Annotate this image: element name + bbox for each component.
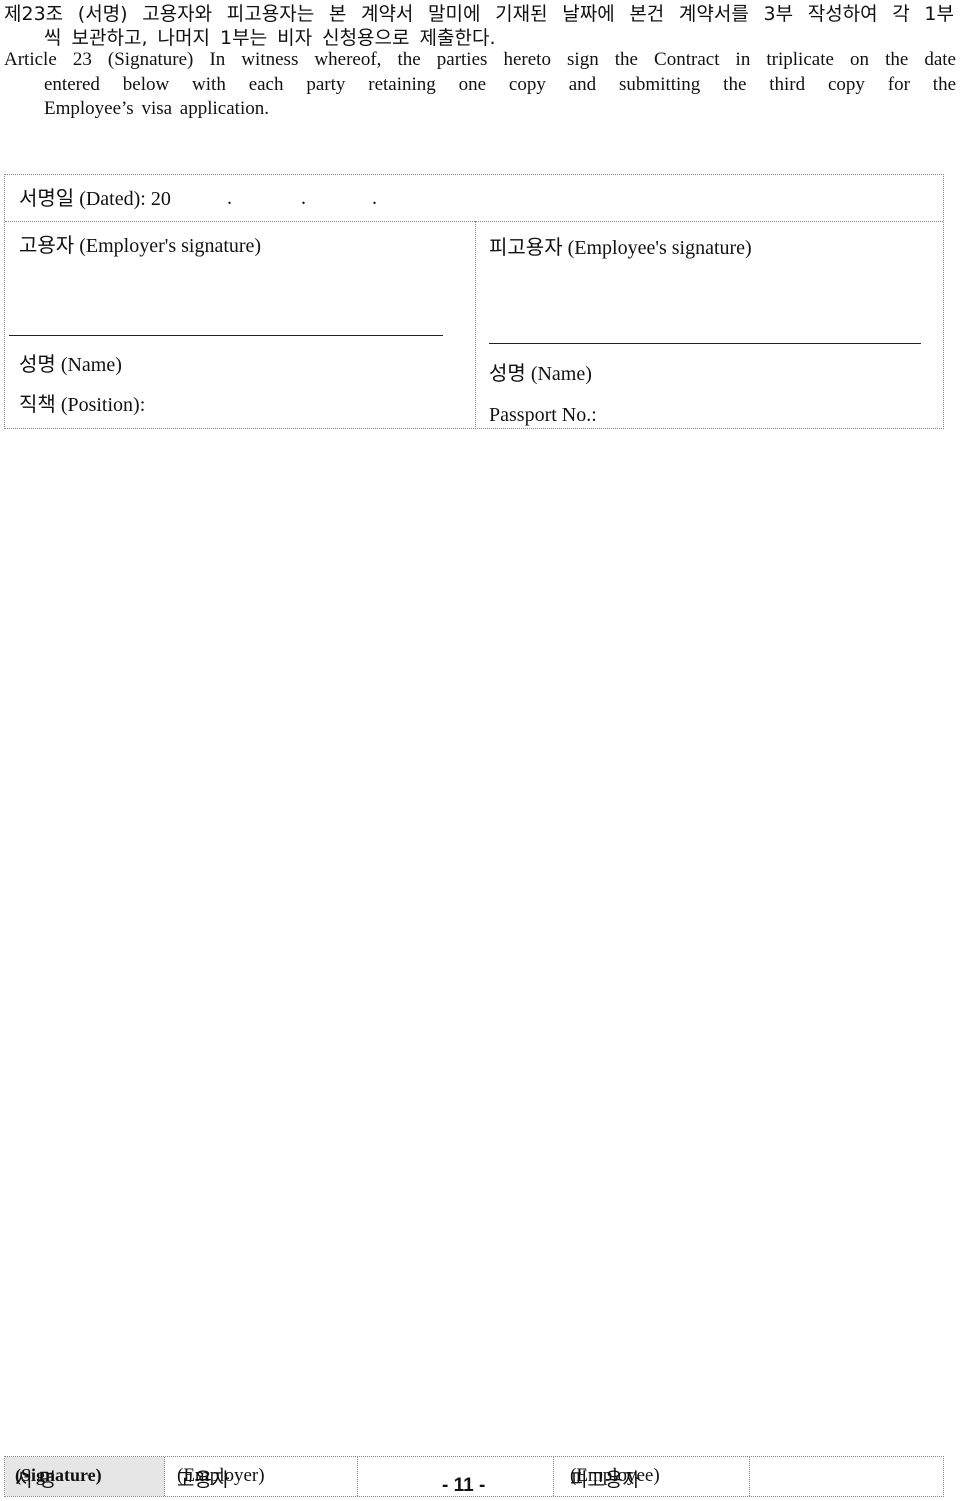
date-day-dot[interactable]: . <box>301 185 306 211</box>
employee-signature-line[interactable] <box>489 343 921 344</box>
footer-signature-table: 서 명 (Signature) 고용자 (Employer) - 11 - 피고용자… <box>4 1456 944 1497</box>
employee-heading: 피고용자 (Employee's signature) <box>489 234 752 261</box>
page-number: - 11 - <box>442 1475 486 1496</box>
date-month-dot[interactable]: . <box>227 185 232 211</box>
employer-heading: 고용자 (Employer's signature) <box>19 232 261 259</box>
employer-position-en: (Position): <box>60 394 146 416</box>
employer-signature-line[interactable] <box>9 335 443 336</box>
article-en-line-1: Article 23 (Signature) In witness whereo… <box>4 49 956 70</box>
footer-employer-en: (Employer) <box>177 1465 265 1486</box>
signature-table: 서명일 (Dated): 20 . . . 고용자 (Employer's si… <box>4 174 944 429</box>
employer-heading-ko: 고용자 <box>19 233 75 257</box>
dated-row: 서명일 (Dated): 20 . . . <box>5 175 943 222</box>
employee-name-ko: 성명 <box>489 361 526 385</box>
dated-label-en: (Dated): <box>79 188 146 210</box>
footer-employee-en: (Employee) <box>570 1465 660 1486</box>
employer-position-ko: 직책 <box>19 392 56 416</box>
employer-name-label: 성명 (Name) <box>19 351 122 378</box>
footer-employer-cell: 고용자 (Employer) <box>165 1457 358 1496</box>
footer-signature-cell: 서 명 (Signature) <box>5 1457 165 1496</box>
footer-employee-signature-cell[interactable] <box>750 1457 943 1496</box>
footer-employee-cell: 피고용자 (Employee) <box>554 1457 750 1496</box>
employee-heading-ko: 피고용자 <box>489 235 563 259</box>
dated-label-ko: 서명일 <box>19 186 75 210</box>
employee-passport-label: Passport No.: <box>489 404 597 426</box>
dated-label: 서명일 (Dated): 20 <box>19 185 171 212</box>
column-divider <box>475 221 476 429</box>
article-ko-line-2: 씩 보관하고, 나머지 1부는 비자 신청용으로 제출한다. <box>44 27 496 49</box>
article-en-line-3: Employee’s visa application. <box>44 98 269 119</box>
date-end-dot[interactable]: . <box>372 185 377 211</box>
employee-name-en: (Name) <box>530 363 592 385</box>
employer-position-label: 직책 (Position): <box>19 391 145 418</box>
employee-name-label: 성명 (Name) <box>489 360 592 387</box>
employer-name-en: (Name) <box>60 354 122 376</box>
article-ko-line-1: 제23조 (서명) 고용자와 피고용자는 본 계약서 말미에 기재된 날짜에 본… <box>4 3 954 25</box>
employee-heading-en: (Employee's signature) <box>567 237 752 259</box>
employer-heading-en: (Employer's signature) <box>79 235 262 257</box>
dated-year-field[interactable]: 20 <box>151 188 171 210</box>
footer-page-number-cell: - 11 - <box>358 1457 554 1496</box>
employer-name-ko: 성명 <box>19 352 56 376</box>
article-en-line-2: entered below with each party retaining … <box>44 74 956 95</box>
footer-signature-ko: 서 명 <box>15 1469 56 1491</box>
